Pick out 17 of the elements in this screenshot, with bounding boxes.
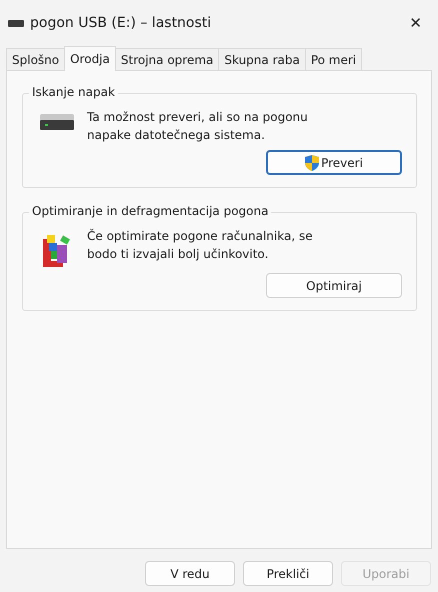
cancel-button[interactable]: Prekliči [243,561,333,586]
description-text: Ta možnost preveri, ali so na pogonu napake datotečnega sistema. [87,109,309,144]
group-title: Optimiranje in defragmentacija pogona [29,204,272,218]
drive-icon [8,20,24,26]
drive-icon [40,114,74,130]
shield-icon [305,154,320,170]
defrag-blocks-icon [41,233,73,267]
close-button[interactable]: ✕ [403,14,428,32]
description-text: Če optimirate pogone računalnika, se bodo ti izvajali bolj učinkovito. [87,228,314,263]
check-button[interactable]: Preveri [266,150,402,175]
ok-button[interactable]: V redu [145,561,235,586]
tab[interactable]: Orodja [64,46,116,71]
tab[interactable]: Splošno [6,48,66,70]
optimize-button[interactable]: Optimiraj [266,273,402,298]
group-title: Iskanje napak [29,85,118,99]
tab[interactable]: Po meri [304,48,362,70]
window-title: pogon USB (E:) – lastnosti [30,15,212,31]
